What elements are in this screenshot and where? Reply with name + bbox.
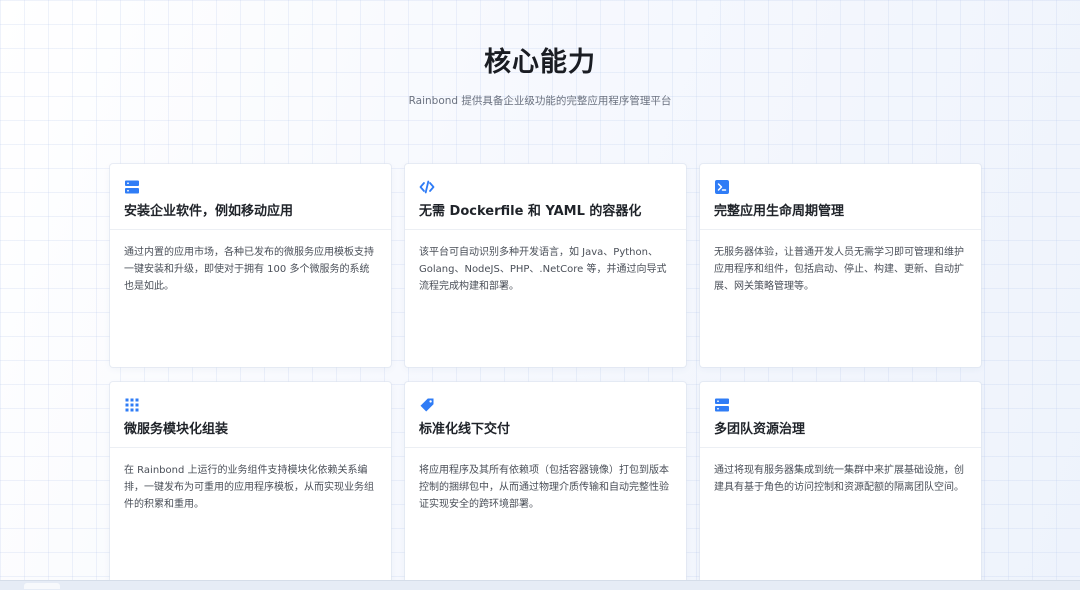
feature-card-title: 无需 Dockerfile 和 YAML 的容器化 (419, 204, 642, 219)
feature-card-description: 通过内置的应用市场，各种已发布的微服务应用模板支持一键安装和升级，即使对于拥有 … (124, 247, 374, 292)
feature-card-description: 通过将现有服务器集成到统一集群中来扩展基础设施，创建具有基于角色的访问控制和资源… (714, 465, 964, 493)
feature-card-title: 多团队资源治理 (714, 422, 806, 437)
feature-card-resource-governance: 多团队资源治理 通过将现有服务器集成到统一集群中来扩展基础设施，创建具有基于角色… (700, 382, 981, 585)
feature-card-offline-delivery: 标准化线下交付 将应用程序及其所有依赖项（包括容器镜像）打包到版本控制的捆绑包中… (405, 382, 686, 585)
feature-card-title: 标准化线下交付 (419, 422, 511, 437)
feature-card-description: 该平台可自动识别多种开发语言，如 Java、Python、Golang、Node… (419, 247, 667, 292)
feature-card-microservice-assembly: 微服务模块化组装 在 Rainbond 上运行的业务组件支持模块化依赖关系编排，… (110, 382, 391, 585)
feature-card-description: 在 Rainbond 上运行的业务组件支持模块化依赖关系编排，一键发布为可重用的… (124, 465, 374, 510)
feature-card-title: 微服务模块化组装 (124, 422, 229, 437)
feature-card-header: 安装企业软件，例如移动应用 (110, 164, 391, 230)
feature-card-lifecycle: 完整应用生命周期管理 无服务器体验，让普通开发人员无需学习即可管理和维护应用程序… (700, 164, 981, 367)
bottom-tab-handle (24, 583, 60, 589)
server-icon (125, 180, 139, 194)
feature-card-containerization: 无需 Dockerfile 和 YAML 的容器化 该平台可自动识别多种开发语言… (405, 164, 686, 367)
grid-icon (125, 398, 139, 412)
feature-card-header: 完整应用生命周期管理 (700, 164, 981, 230)
tag-icon (420, 398, 434, 412)
feature-grid: 安装企业软件，例如移动应用 通过内置的应用市场，各种已发布的微服务应用模板支持一… (110, 164, 982, 585)
feature-card-title: 安装企业软件，例如移动应用 (124, 204, 294, 219)
terminal-icon (715, 180, 729, 194)
page-subtitle: Rainbond 提供具备企业级功能的完整应用程序管理平台 (408, 95, 672, 107)
feature-card-enterprise-software: 安装企业软件，例如移动应用 通过内置的应用市场，各种已发布的微服务应用模板支持一… (110, 164, 391, 367)
page-title: 核心能力 (484, 47, 596, 78)
feature-card-description: 将应用程序及其所有依赖项（包括容器镜像）打包到版本控制的捆绑包中，从而通过物理介… (419, 465, 669, 510)
feature-card-header: 微服务模块化组装 (110, 382, 391, 448)
code-icon (419, 180, 435, 194)
server-icon (715, 398, 729, 412)
feature-card-header: 标准化线下交付 (405, 382, 686, 448)
feature-card-description: 无服务器体验，让普通开发人员无需学习即可管理和维护应用程序和组件，包括启动、停止… (714, 247, 964, 292)
feature-card-title: 完整应用生命周期管理 (714, 204, 845, 219)
feature-card-header: 无需 Dockerfile 和 YAML 的容器化 (405, 164, 686, 230)
feature-card-header: 多团队资源治理 (700, 382, 981, 448)
